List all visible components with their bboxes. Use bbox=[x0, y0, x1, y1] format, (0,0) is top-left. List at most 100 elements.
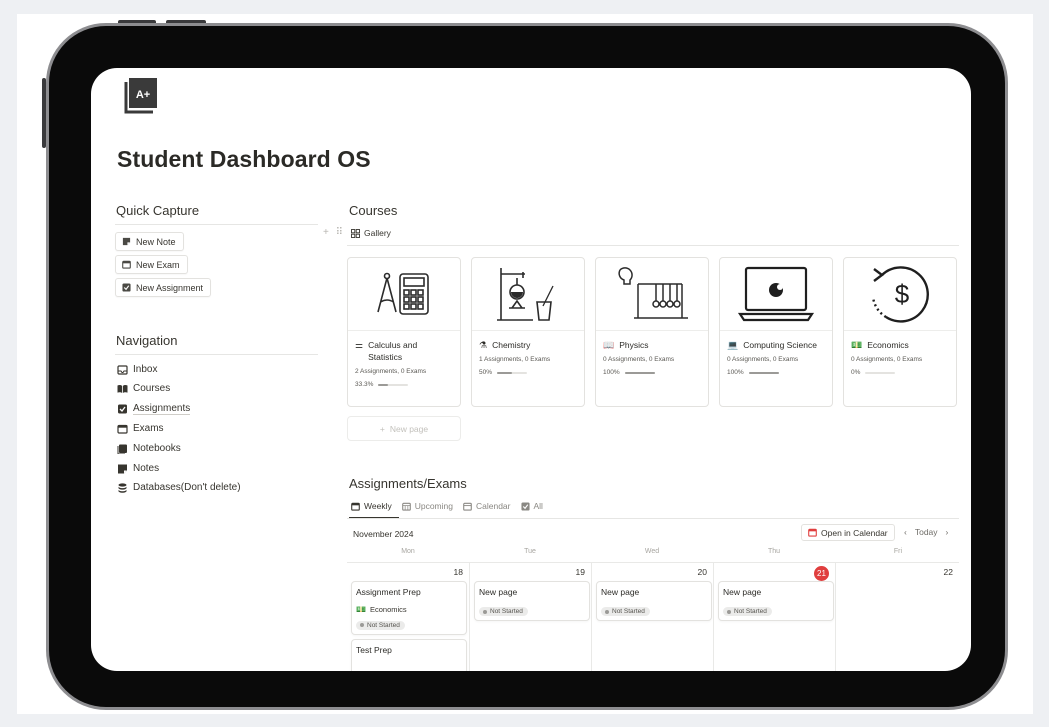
event-card[interactable]: New page Not Started bbox=[474, 581, 590, 621]
new-page-button[interactable]: + New page bbox=[347, 416, 461, 441]
month-label: November 2024 bbox=[353, 529, 414, 539]
tab-weekly[interactable]: Weekly bbox=[351, 501, 392, 511]
checkbox-icon bbox=[122, 283, 131, 292]
database-icon bbox=[118, 483, 127, 493]
event-card[interactable]: Assignment Prep 💵 Economics Not Started bbox=[351, 581, 467, 635]
status-badge: Not Started bbox=[601, 607, 650, 616]
drag-handle-icon[interactable]: + ⠿ bbox=[323, 227, 345, 238]
new-page-label: New page bbox=[389, 423, 429, 434]
open-in-calendar-button[interactable]: Open in Calendar bbox=[801, 524, 895, 541]
status-badge: Not Started bbox=[356, 620, 405, 630]
day-cell-tue[interactable]: 19 New page Not Started bbox=[469, 563, 591, 671]
cash-icon: 💵 bbox=[356, 605, 366, 614]
card-title-row: ⚌ Calculus and Statistics bbox=[348, 331, 460, 363]
card-title: Calculus and Statistics bbox=[368, 340, 418, 362]
course-card-chemistry[interactable]: ⚗ Chemistry 1 Assignments, 0 Exams 50% bbox=[471, 257, 585, 407]
tab-gallery[interactable]: Gallery bbox=[351, 228, 391, 238]
card-meta: 1 Assignments, 0 Exams bbox=[479, 356, 551, 363]
calendar-icon bbox=[117, 424, 128, 434]
chevron-right-icon[interactable]: › bbox=[946, 527, 949, 537]
view-tabs: Weekly Upcoming Calendar All bbox=[351, 501, 543, 511]
calendar-icon bbox=[351, 502, 360, 511]
card-cover bbox=[472, 258, 584, 331]
tab-upcoming[interactable]: Upcoming bbox=[401, 501, 453, 511]
card-title: Economics bbox=[867, 340, 909, 350]
courses-heading: Courses bbox=[349, 203, 398, 218]
nav-item-notes[interactable]: Notes bbox=[117, 463, 159, 475]
nav-item-label: Exams bbox=[133, 423, 164, 434]
progress-label: 50% bbox=[479, 369, 493, 376]
new-exam-button[interactable]: New Exam bbox=[115, 255, 188, 274]
nav-item-label: Notebooks bbox=[133, 443, 181, 454]
flask-icon: ⚗ bbox=[479, 340, 488, 350]
new-exam-label: New Exam bbox=[136, 259, 180, 270]
nav-item-inbox[interactable]: Inbox bbox=[117, 364, 157, 376]
new-assignment-label: New Assignment bbox=[136, 282, 204, 293]
page-title: Student Dashboard OS bbox=[117, 146, 371, 172]
new-note-button[interactable]: New Note bbox=[115, 232, 184, 251]
date-navigation: ‹ Today › bbox=[904, 527, 948, 537]
note-icon bbox=[122, 237, 131, 246]
divider bbox=[347, 518, 959, 519]
book-open-icon: 📖 bbox=[603, 340, 615, 350]
nav-item-exams[interactable]: Exams bbox=[117, 423, 164, 435]
dollar-refresh-icon: $ bbox=[871, 266, 929, 323]
event-course-label: Economics bbox=[369, 605, 407, 614]
day-cell-fri[interactable]: 22 bbox=[835, 563, 959, 671]
progress-label: 100% bbox=[727, 369, 744, 376]
progress-fill bbox=[378, 383, 389, 386]
nav-item-assignments[interactable]: Assignments bbox=[117, 403, 191, 415]
status-label: Not Started bbox=[367, 621, 400, 629]
chevron-left-icon[interactable]: ‹ bbox=[904, 527, 907, 537]
day-cell-wed[interactable]: 20 New page Not Started bbox=[591, 563, 713, 671]
day-number: 19 bbox=[575, 567, 585, 577]
status-label: Not Started bbox=[490, 608, 523, 615]
status-label: Not Started bbox=[612, 608, 645, 615]
page-icon[interactable]: A+ bbox=[123, 76, 161, 114]
nav-item-notebooks[interactable]: Notebooks bbox=[117, 443, 181, 455]
event-title: New page bbox=[479, 587, 518, 597]
card-progress: 100% bbox=[720, 363, 832, 376]
divider bbox=[115, 354, 318, 355]
status-badge: Not Started bbox=[479, 607, 528, 616]
laptop-small-icon: 💻 bbox=[727, 340, 739, 350]
calendar-icon bbox=[122, 260, 131, 269]
course-card-economics[interactable]: $ 💵 Economics 0 Assignments, 0 Exams 0% bbox=[843, 257, 957, 407]
nav-item-label: Assignments bbox=[133, 403, 191, 415]
note-icon bbox=[118, 464, 127, 474]
status-label: Not Started bbox=[734, 608, 767, 615]
tab-calendar[interactable]: Calendar bbox=[463, 501, 511, 511]
calendar-icon bbox=[463, 502, 472, 511]
tab-label: All bbox=[533, 501, 543, 511]
assignments-heading: Assignments/Exams bbox=[349, 476, 467, 491]
course-card-calculus[interactable]: ⚌ Calculus and Statistics 2 Assignments,… bbox=[347, 257, 461, 407]
event-card[interactable]: New page Not Started bbox=[718, 581, 834, 621]
day-header: Fri bbox=[893, 548, 903, 555]
course-card-computing[interactable]: 💻 Computing Science 0 Assignments, 0 Exa… bbox=[719, 257, 833, 407]
event-title: New page bbox=[601, 587, 640, 597]
inbox-icon bbox=[117, 365, 128, 375]
tab-label: Upcoming bbox=[414, 501, 453, 511]
progress-label: 33.3% bbox=[355, 381, 374, 388]
course-card-physics[interactable]: 📖 Physics 0 Assignments, 0 Exams 100% bbox=[595, 257, 709, 407]
nav-item-label: Inbox bbox=[133, 364, 158, 375]
new-assignment-button[interactable]: New Assignment bbox=[115, 278, 212, 297]
progress-fill bbox=[497, 371, 513, 374]
nav-item-courses[interactable]: Courses bbox=[117, 383, 170, 395]
today-button[interactable]: Today bbox=[915, 527, 938, 537]
card-meta: 2 Assignments, 0 Exams bbox=[355, 368, 427, 375]
card-cover bbox=[720, 258, 832, 331]
day-cell-thu[interactable]: 21 New page Not Started bbox=[713, 563, 835, 671]
lab-flask-icon bbox=[497, 268, 554, 321]
card-meta: 0 Assignments, 0 Exams bbox=[727, 356, 799, 363]
event-card[interactable]: New page Not Started bbox=[596, 581, 712, 621]
event-title: Test Prep bbox=[356, 645, 392, 655]
tab-all[interactable]: All bbox=[520, 501, 543, 511]
tab-label: Weekly bbox=[364, 501, 392, 511]
day-cell-mon[interactable]: 18 Assignment Prep 💵 Economics Not Start… bbox=[347, 563, 469, 671]
card-title-row: 📖 Physics bbox=[596, 331, 708, 351]
day-number-today: 21 bbox=[814, 566, 829, 581]
nav-item-databases[interactable]: Databases(Don't delete) bbox=[117, 482, 241, 494]
event-card[interactable]: Test Prep bbox=[351, 639, 467, 671]
progress-bar bbox=[624, 371, 655, 374]
